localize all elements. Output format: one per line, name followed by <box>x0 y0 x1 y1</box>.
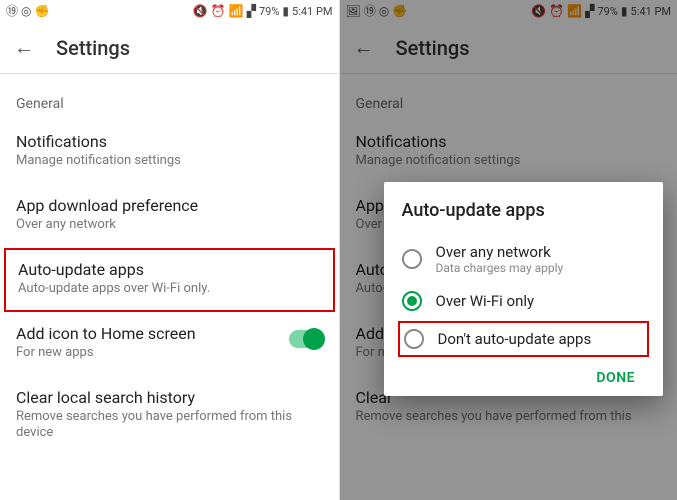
app-bar: ← Settings <box>0 22 339 74</box>
item-clear-history[interactable]: Clear local search history Remove search… <box>0 376 339 457</box>
dialog-title: Auto-update apps <box>402 200 646 221</box>
section-general: General <box>0 74 339 120</box>
item-sub: Remove searches you have performed from … <box>16 409 323 443</box>
hand-icon: ✊ <box>35 5 50 17</box>
item-title: App download preference <box>16 196 323 215</box>
done-button[interactable]: DONE <box>586 362 645 394</box>
page-title: Settings <box>56 36 130 60</box>
auto-update-dialog: Auto-update apps Over any network Data c… <box>384 182 664 396</box>
option-label: Over Wi-Fi only <box>436 292 646 310</box>
badge-icon: ⑲ <box>6 5 18 17</box>
badge2-icon: ◎ <box>21 5 31 17</box>
clock: 5:41 PM <box>292 5 332 18</box>
option-any-network[interactable]: Over any network Data charges may apply <box>402 235 646 283</box>
item-sub: Over any network <box>16 217 323 234</box>
radio-icon <box>404 329 424 349</box>
item-download-pref[interactable]: App download preference Over any network <box>0 184 339 248</box>
toggle-add-icon[interactable] <box>289 330 323 348</box>
status-bar: ⑲ ◎ ✊ 🔇 ⏰ 📶 ▞ 79% ▮ 5:41 PM <box>0 0 339 22</box>
wifi-icon: 📶 <box>229 5 244 17</box>
item-auto-update[interactable]: Auto-update apps Auto-update apps over W… <box>4 248 335 312</box>
item-sub: For new apps <box>16 345 289 362</box>
signal-icon: ▞ <box>247 5 256 17</box>
item-sub: Manage notification settings <box>16 153 323 170</box>
battery-icon: ▮ <box>282 5 289 17</box>
item-sub: Auto-update apps over Wi-Fi only. <box>18 281 321 298</box>
left-screenshot: ⑲ ◎ ✊ 🔇 ⏰ 📶 ▞ 79% ▮ 5:41 PM ← Settings G… <box>0 0 339 500</box>
mute-icon: 🔇 <box>193 5 208 17</box>
option-label: Over any network <box>436 243 646 261</box>
option-label: Don't auto-update apps <box>438 330 644 348</box>
option-dont-update[interactable]: Don't auto-update apps <box>398 321 650 357</box>
option-sub: Data charges may apply <box>436 261 646 275</box>
right-screenshot: 🖼 ⑲ ◎ ✊ 🔇 ⏰ 📶 ▞ 79% ▮ 5:41 PM ← Settings… <box>339 0 677 500</box>
alarm-icon: ⏰ <box>211 5 226 17</box>
item-title: Notifications <box>16 132 323 151</box>
item-title: Auto-update apps <box>18 260 321 279</box>
item-notifications[interactable]: Notifications Manage notification settin… <box>0 120 339 184</box>
item-add-icon[interactable]: Add icon to Home screen For new apps <box>0 312 339 376</box>
item-title: Add icon to Home screen <box>16 324 289 343</box>
back-arrow-icon[interactable]: ← <box>14 35 34 60</box>
item-title: Clear local search history <box>16 388 323 407</box>
radio-icon <box>402 291 422 311</box>
option-wifi-only[interactable]: Over Wi-Fi only <box>402 283 646 319</box>
radio-icon <box>402 249 422 269</box>
battery-pct: 79% <box>259 5 279 18</box>
